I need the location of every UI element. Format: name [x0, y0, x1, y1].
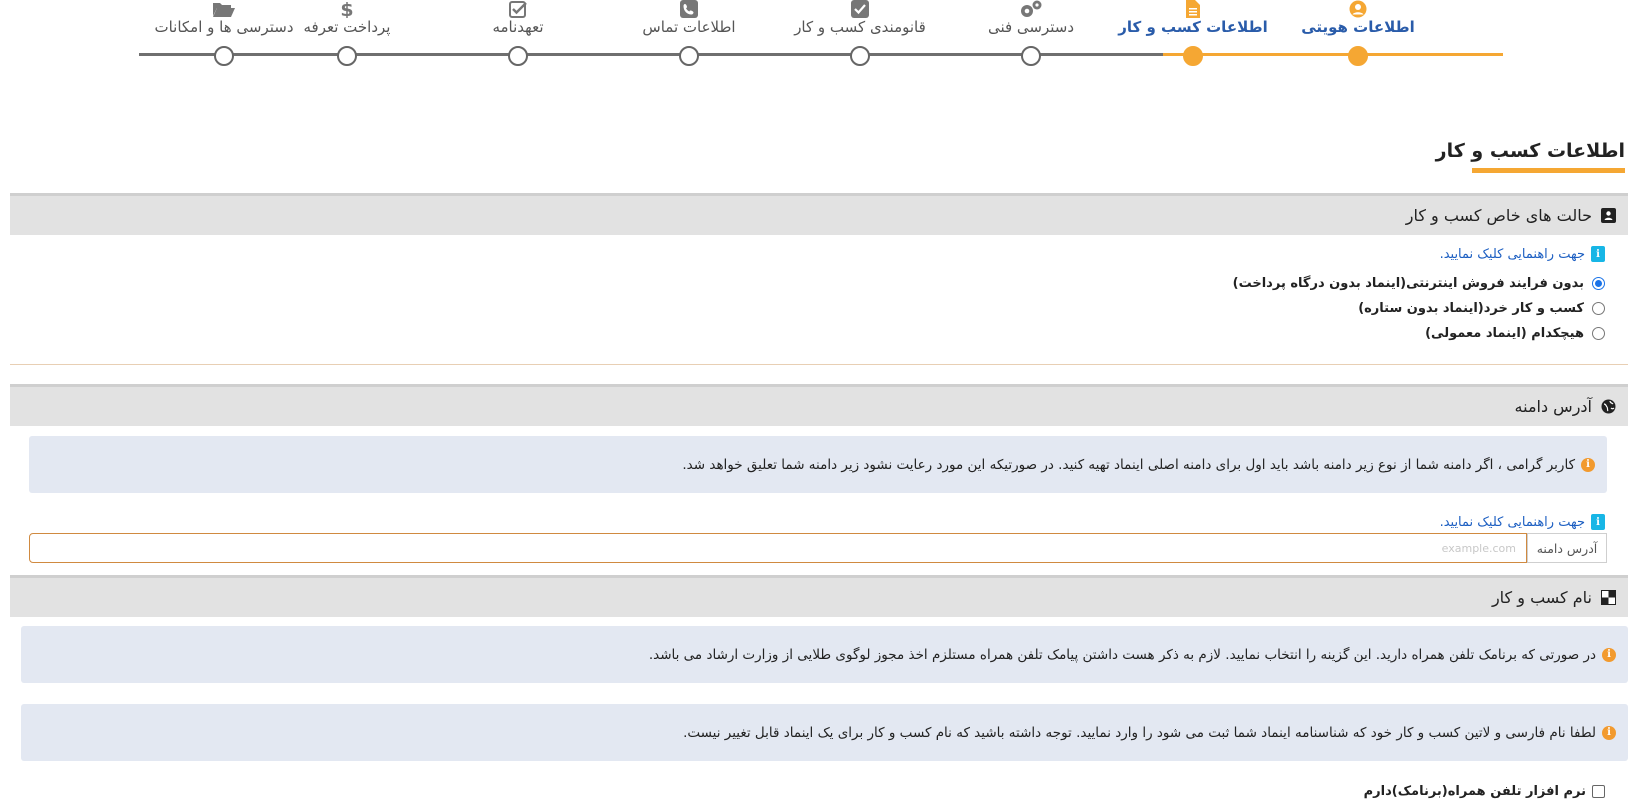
- step-dot: [214, 46, 234, 66]
- special-modes-panel-header: حالت های خاص کسب و کار: [10, 193, 1628, 235]
- svg-text:$: $: [341, 0, 353, 18]
- help-link-text: جهت راهنمایی کلیک نمایید.: [1439, 246, 1585, 262]
- page-title: اطلاعات کسب و کار: [1435, 140, 1625, 162]
- info-circle-icon: i: [1581, 457, 1595, 472]
- step-dot: [337, 46, 357, 66]
- radio-label: هیچکدام (اینماد معمولی): [1425, 326, 1584, 341]
- radio-none-regular[interactable]: هیچکدام (اینماد معمولی): [1425, 326, 1605, 341]
- domain-input-label: آدرس دامنه: [1527, 533, 1607, 563]
- mobile-app-checkbox-row[interactable]: نرم افزار تلفن همراه(برنامک)دارم: [1364, 784, 1605, 799]
- folder-open-icon: [114, 0, 334, 18]
- radio-button[interactable]: [1592, 327, 1605, 340]
- radio-label: بدون فرایند فروش اینترنتی(اینماد بدون در…: [1232, 276, 1584, 291]
- domain-input[interactable]: [29, 533, 1527, 563]
- radio-no-online-sales[interactable]: بدون فرایند فروش اینترنتی(اینماد بدون در…: [1233, 276, 1605, 291]
- help-link-text: جهت راهنمایی کلیک نمایید.: [1439, 514, 1585, 530]
- radio-button-checked[interactable]: [1592, 277, 1605, 290]
- step-dot: [508, 46, 528, 66]
- mobile-app-checkbox[interactable]: [1592, 785, 1605, 798]
- domain-input-group: آدرس دامنه: [29, 533, 1607, 563]
- domain-panel-header: آدرس دامنه: [10, 384, 1628, 426]
- progress-stepper: اطلاعات هویتی اطلاعات کسب و کار دسترسی ف…: [0, 0, 1635, 80]
- panel-title: نام کسب و کار: [1491, 588, 1592, 607]
- domain-help-link[interactable]: i جهت راهنمایی کلیک نمایید.: [1440, 514, 1605, 530]
- page-title-underline: [1472, 168, 1625, 173]
- radio-button[interactable]: [1592, 302, 1605, 315]
- alert-text: لطفا نام فارسی و لاتین کسب و کار خود که …: [683, 724, 1596, 741]
- step-dot: [1348, 46, 1368, 66]
- business-name-alert: i لطفا نام فارسی و لاتین کسب و کار خود ک…: [21, 704, 1628, 761]
- info-circle-icon: i: [1602, 647, 1616, 662]
- globe-icon: [1600, 399, 1616, 415]
- alert-text: کاربر گرامی ، اگر دامنه شما از نوع زیر د…: [682, 456, 1575, 473]
- step-label: دسترسی ها و امکانات: [154, 18, 294, 36]
- special-modes-help-link[interactable]: i جهت راهنمایی کلیک نمایید.: [1440, 246, 1605, 262]
- alert-text: در صورتی که برنامک تلفن همراه دارید. این…: [648, 646, 1596, 663]
- contact-card-icon: [1600, 208, 1616, 224]
- panel-title: آدرس دامنه: [1514, 397, 1592, 416]
- info-icon: i: [1591, 246, 1605, 262]
- radio-label: کسب و کار خرد(اینماد بدون ستاره): [1358, 301, 1584, 316]
- step-dot: [679, 46, 699, 66]
- info-circle-icon: i: [1602, 725, 1616, 740]
- business-name-panel-header: نام کسب و کار: [10, 575, 1628, 617]
- panel-title: حالت های خاص کسب و کار: [1405, 206, 1592, 225]
- mobile-app-alert: i در صورتی که برنامک تلفن همراه دارید. ا…: [21, 626, 1628, 683]
- step-dot: [1183, 46, 1203, 66]
- checkbox-label: نرم افزار تلفن همراه(برنامک)دارم: [1363, 784, 1586, 799]
- step-dot: [1021, 46, 1041, 66]
- radio-micro-business[interactable]: کسب و کار خرد(اینماد بدون ستاره): [1358, 301, 1605, 316]
- step-access-features[interactable]: دسترسی ها و امکانات: [114, 0, 334, 70]
- domain-subdomain-alert: i کاربر گرامی ، اگر دامنه شما از نوع زیر…: [29, 436, 1607, 493]
- step-dot: [850, 46, 870, 66]
- checkered-icon: [1600, 590, 1616, 606]
- info-icon: i: [1591, 514, 1605, 530]
